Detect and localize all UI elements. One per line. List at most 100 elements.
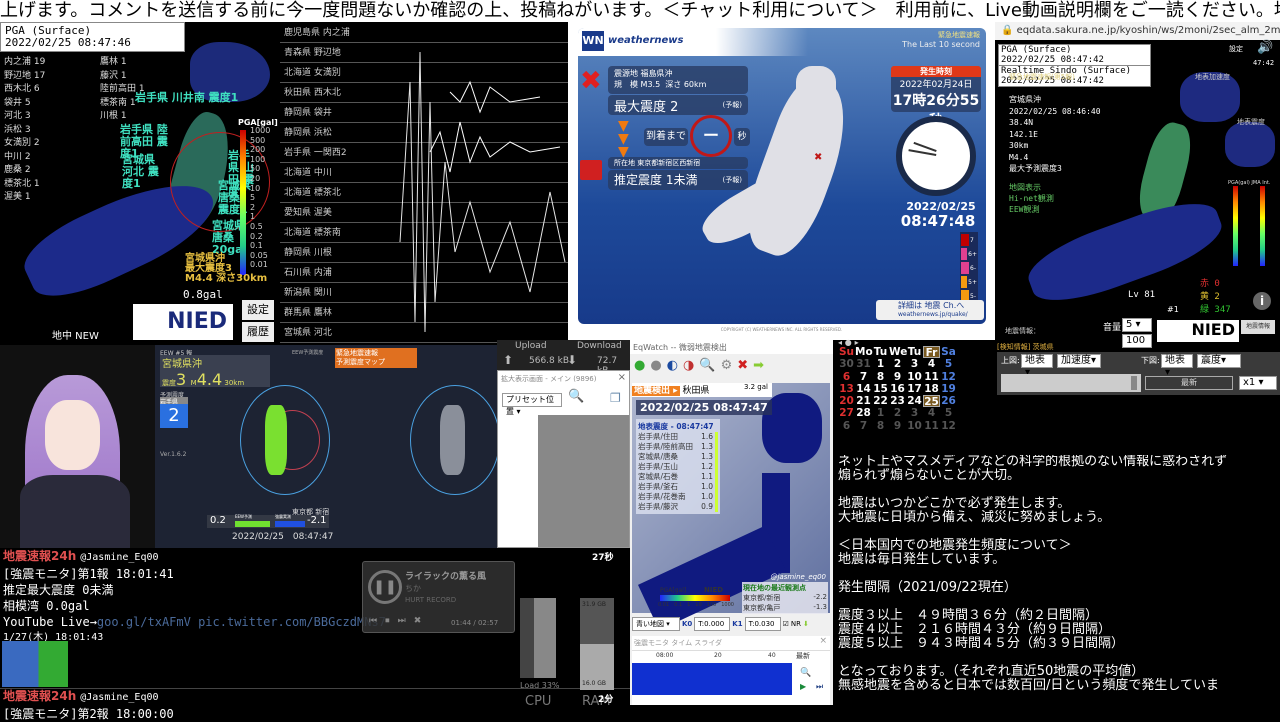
calendar-day[interactable]: 16 xyxy=(889,383,906,395)
player-controls[interactable]: ⏮⏹⏭✖ xyxy=(369,616,429,626)
address-bar[interactable]: 🔒 eqdata.sakura.ne.jp/kyoshin/ws/2moni/2… xyxy=(995,22,1280,40)
mode-icon[interactable]: ◐ xyxy=(667,358,678,376)
calendar-day[interactable]: 10 xyxy=(906,371,923,383)
slider-thumb[interactable] xyxy=(1131,376,1137,390)
calendar-day[interactable]: 2 xyxy=(889,407,906,419)
calendar-day[interactable]: 25 xyxy=(923,395,940,408)
calendar-day[interactable]: 22 xyxy=(872,395,889,407)
pro-icon[interactable]: ● xyxy=(650,358,661,376)
calendar-day[interactable]: 19 xyxy=(940,383,957,395)
calendar-day[interactable]: 13 xyxy=(838,383,855,395)
calendar-day[interactable]: 5 xyxy=(940,358,957,370)
calendar-day[interactable]: 8 xyxy=(872,371,889,383)
calendar-day[interactable]: 18 xyxy=(923,383,940,395)
skip-end-icon[interactable]: ⏭ xyxy=(816,682,823,692)
tweet[interactable]: 地震速報24h @Jasmine_Eq00 [強震モニタ]第2報 18:00:00 xyxy=(3,688,174,722)
alarm-level-select[interactable]: 100 ▾ xyxy=(1122,334,1152,358)
volume-select[interactable]: 5 ▾ xyxy=(1122,318,1152,332)
play-icon[interactable]: ▶ xyxy=(800,682,806,691)
calendar-day[interactable]: 21 xyxy=(855,395,872,407)
scale-tick: 2 xyxy=(250,202,256,212)
calendar-day[interactable]: 3 xyxy=(906,358,923,370)
close-x-icon[interactable]: ✖ xyxy=(737,358,748,376)
calendar-day[interactable]: 7 xyxy=(855,420,872,432)
calendar-day[interactable]: 12 xyxy=(940,420,957,432)
calendar-day[interactable]: 12 xyxy=(940,371,957,383)
calendar-day[interactable]: 4 xyxy=(923,407,940,419)
close-icon[interactable]: × xyxy=(819,636,827,646)
zoom-icon[interactable]: 🔍 xyxy=(568,389,584,404)
exp-icon[interactable]: ● xyxy=(634,358,645,376)
lower-type-select[interactable]: 地表▾ xyxy=(1161,354,1193,378)
windows-icon[interactable]: ❐ xyxy=(610,391,621,405)
calendar-day[interactable]: 3 xyxy=(906,407,923,419)
calendar-day[interactable]: 11 xyxy=(923,420,940,432)
calendar-day[interactable]: 6 xyxy=(838,420,855,432)
calendar-day[interactable]: 10 xyxy=(906,420,923,432)
green-count: 緑 347 xyxy=(1200,305,1231,315)
calendar-day[interactable]: 6 xyxy=(838,371,855,383)
calendar-day[interactable]: 31 xyxy=(855,358,872,370)
calendar-day[interactable]: 1 xyxy=(872,358,889,370)
nr-checkbox[interactable]: ☑ xyxy=(783,620,789,628)
calendar-day[interactable]: 24 xyxy=(906,395,923,407)
tweet-image[interactable] xyxy=(2,641,68,687)
quake-info-button[interactable]: 地震情報 xyxy=(1241,320,1275,334)
intensity: 1.3 xyxy=(701,452,718,462)
tweet-link[interactable]: goo.gl/txAFmV pic.twitter.com/BBGczdMNs7 xyxy=(97,615,386,629)
calendar-day[interactable]: 17 xyxy=(906,383,923,395)
eew-line: 30km xyxy=(1009,141,1029,150)
close-icon[interactable]: × xyxy=(618,372,626,383)
calendar-day[interactable]: 2 xyxy=(889,358,906,370)
calendar-day[interactable]: 26 xyxy=(940,395,957,407)
calendar-day[interactable]: 23 xyxy=(889,395,906,407)
timeline-strip[interactable] xyxy=(632,663,792,695)
quake-channel-link[interactable]: 詳細は 地震 Ch.へ weathernews.jp/quake/ xyxy=(876,300,984,320)
pause-icon[interactable]: ❚❚ xyxy=(368,570,402,604)
layer-toggle[interactable]: 地図表示 xyxy=(1009,182,1054,193)
calendar-day[interactable]: 15 xyxy=(872,383,889,395)
tweet[interactable]: 地震速報24h @Jasmine_Eq00 [強震モニタ]第1報 18:01:41 推… xyxy=(3,548,386,646)
history-button[interactable]: 履歴 xyxy=(242,322,274,342)
download-icon[interactable]: ⬇ xyxy=(803,620,809,628)
gear-icon[interactable]: ⚙ xyxy=(721,358,733,376)
calendar-day[interactable]: 20 xyxy=(838,395,855,407)
upper-type-select[interactable]: 地表▾ xyxy=(1021,354,1053,378)
lower-data-select[interactable]: 震度▾ xyxy=(1197,354,1241,368)
time-slider[interactable] xyxy=(1001,374,1141,392)
settings-link[interactable]: 設定 xyxy=(1229,44,1243,54)
calendar-day[interactable]: 1 xyxy=(872,407,889,419)
calendar-day[interactable]: 8 xyxy=(872,420,889,432)
calendar-day[interactable]: 28 xyxy=(855,407,872,419)
arrow-right-icon[interactable]: ➡ xyxy=(753,358,764,376)
layer-toggles[interactable]: 地図表示 Hi-net観測 EEW観測 xyxy=(1009,182,1054,215)
speed-select[interactable]: x1 ▾ xyxy=(1239,376,1277,390)
calendar-day[interactable]: 14 xyxy=(855,383,872,395)
zoom-map-sea xyxy=(498,415,538,547)
info-icon[interactable]: i xyxy=(1253,292,1271,310)
calendar-day[interactable]: 27 xyxy=(838,407,855,419)
legend-label: 7 xyxy=(970,236,974,244)
list-icon[interactable]: ☰ xyxy=(590,391,601,405)
upper-data-select[interactable]: 加速度▾ xyxy=(1057,354,1101,368)
type-icon[interactable]: ◑ xyxy=(683,358,694,376)
calendar-day[interactable]: 11 xyxy=(923,371,940,383)
calendar-day[interactable]: 30 xyxy=(838,358,855,370)
k0-input[interactable]: T:0.000 xyxy=(694,617,731,631)
speaker-icon[interactable]: 🔊 xyxy=(1257,40,1273,55)
layer-toggle[interactable]: Hi-net観測 xyxy=(1009,193,1054,204)
latest-button[interactable]: 最新 xyxy=(1145,376,1233,390)
settings-button[interactable]: 設定 xyxy=(242,300,274,320)
calendar-day[interactable]: 5 xyxy=(940,407,957,419)
calendar-day[interactable]: 9 xyxy=(889,371,906,383)
zoom-icon[interactable]: 🔍 xyxy=(800,668,811,678)
calendar-day[interactable]: 9 xyxy=(889,420,906,432)
calendar-day[interactable]: 4 xyxy=(923,358,940,370)
k1-input[interactable]: T:0.030 xyxy=(744,617,781,631)
calendar-day[interactable]: 7 xyxy=(855,371,872,383)
preset-select[interactable]: プリセット位置 ▾ xyxy=(502,393,562,416)
map-style-select[interactable]: 青い地図 ▾ xyxy=(632,617,680,631)
search-icon[interactable]: 🔍 xyxy=(699,358,715,376)
detect-bar: 地震検出 ▸ 秋田県 3.2 gal xyxy=(632,383,772,397)
layer-toggle[interactable]: EEW観測 xyxy=(1009,204,1054,215)
